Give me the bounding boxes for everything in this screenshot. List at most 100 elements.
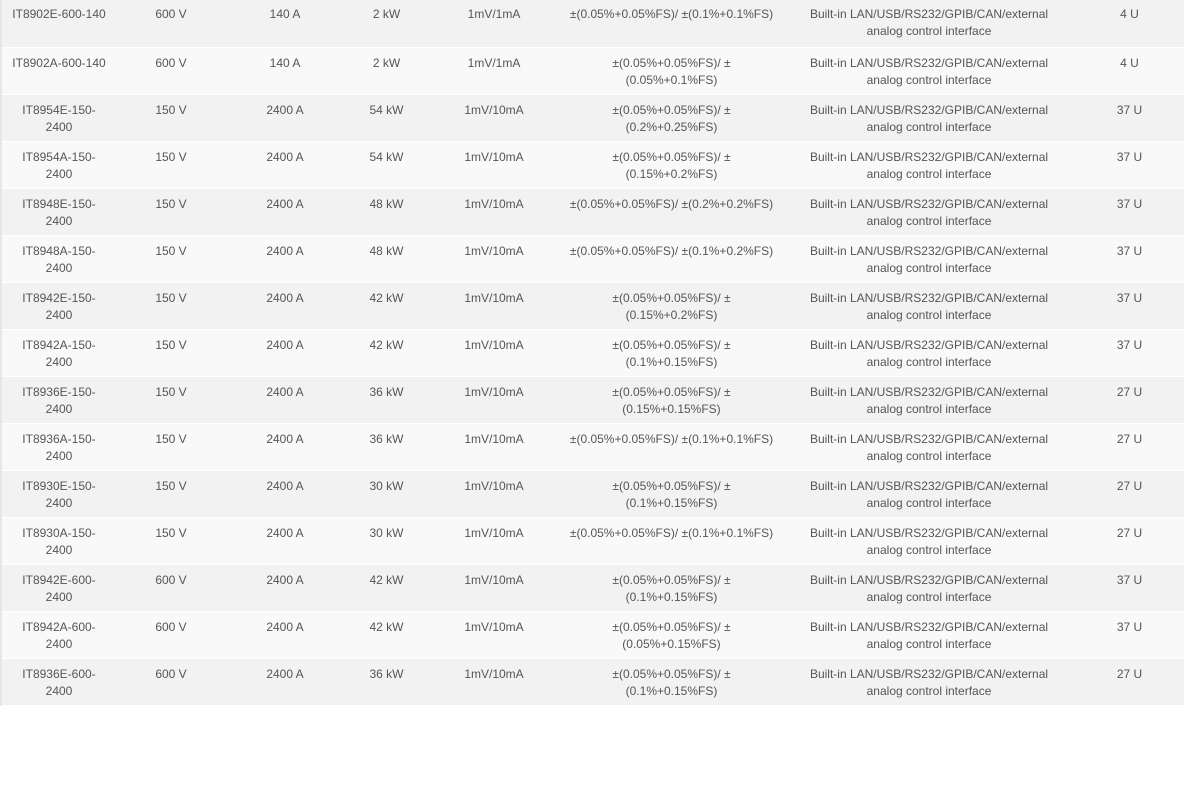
current-cell: 2400 A <box>226 188 344 236</box>
resolution-cell: 1mV/10mA <box>429 94 559 142</box>
model-cell: IT8954A-150-2400 <box>0 141 116 189</box>
interface-value: Built-in LAN/USB/RS232/GPIB/CAN/external… <box>809 619 1049 651</box>
model-cell: IT8902A-600-140 <box>0 47 116 95</box>
current-cell: 2400 A <box>226 141 344 189</box>
voltage-cell: 600 V <box>116 47 226 95</box>
power-cell: 48 kW <box>344 235 429 283</box>
size-cell: 27 U <box>1074 423 1184 471</box>
model-cell: IT8936E-150-2400 <box>0 376 116 424</box>
accuracy-cell: ±(0.05%+0.05%FS)/ ±(0.1%+0.2%FS) <box>559 235 784 283</box>
interface-cell: Built-in LAN/USB/RS232/GPIB/CAN/external… <box>784 470 1074 518</box>
size-cell: 4 U <box>1074 0 1184 48</box>
model-name: IT8948A-150-2400 <box>22 243 96 275</box>
power-cell: 2 kW <box>344 0 429 48</box>
accuracy-value: ±(0.05%+0.05%FS)/ ±(0.15%+0.2%FS) <box>612 149 731 181</box>
interface-value: Built-in LAN/USB/RS232/GPIB/CAN/external… <box>809 7 1049 38</box>
resolution-cell: 1mV/10mA <box>429 564 559 612</box>
interface-cell: Built-in LAN/USB/RS232/GPIB/CAN/external… <box>784 282 1074 330</box>
voltage-cell: 150 V <box>116 94 226 142</box>
power-cell: 36 kW <box>344 658 429 706</box>
interface-cell: Built-in LAN/USB/RS232/GPIB/CAN/external… <box>784 329 1074 377</box>
power-cell: 30 kW <box>344 517 429 565</box>
accuracy-value: ±(0.05%+0.05%FS)/ ±(0.1%+0.15%FS) <box>612 572 731 604</box>
size-cell: 37 U <box>1074 329 1184 377</box>
interface-value: Built-in LAN/USB/RS232/GPIB/CAN/external… <box>809 55 1049 87</box>
current-cell: 2400 A <box>226 470 344 518</box>
size-cell: 37 U <box>1074 188 1184 236</box>
interface-value: Built-in LAN/USB/RS232/GPIB/CAN/external… <box>809 290 1049 322</box>
accuracy-cell: ±(0.05%+0.05%FS)/ ±(0.2%+0.25%FS) <box>559 94 784 142</box>
accuracy-cell: ±(0.05%+0.05%FS)/ ±(0.05%+0.1%FS) <box>559 47 784 95</box>
accuracy-value: ±(0.05%+0.05%FS)/ ±(0.05%+0.15%FS) <box>612 619 731 651</box>
model-name: IT8942E-600-2400 <box>22 572 96 604</box>
model-cell: IT8954E-150-2400 <box>0 94 116 142</box>
voltage-cell: 600 V <box>116 0 226 48</box>
model-cell: IT8948A-150-2400 <box>0 235 116 283</box>
model-name: IT8902E-600-140 <box>12 7 106 21</box>
accuracy-value: ±(0.05%+0.05%FS)/ ±(0.2%+0.2%FS) <box>569 196 774 211</box>
size-cell: 27 U <box>1074 658 1184 706</box>
accuracy-value: ±(0.05%+0.05%FS)/ ±(0.15%+0.15%FS) <box>612 384 731 416</box>
interface-cell: Built-in LAN/USB/RS232/GPIB/CAN/external… <box>784 376 1074 424</box>
accuracy-cell: ±(0.05%+0.05%FS)/ ±(0.1%+0.15%FS) <box>559 470 784 518</box>
voltage-cell: 150 V <box>116 376 226 424</box>
accuracy-cell: ±(0.05%+0.05%FS)/ ±(0.1%+0.1%FS) <box>559 423 784 471</box>
table-row: IT8948A-150-2400 150 V 2400 A 48 kW 1mV/… <box>0 235 1184 283</box>
accuracy-value: ±(0.05%+0.05%FS)/ ±(0.1%+0.1%FS) <box>569 431 774 446</box>
size-cell: 27 U <box>1074 517 1184 565</box>
size-cell: 37 U <box>1074 611 1184 659</box>
resolution-cell: 1mV/1mA <box>429 47 559 95</box>
model-name: IT8902A-600-140 <box>12 55 106 70</box>
accuracy-value: ±(0.05%+0.05%FS)/ ±(0.1%+0.2%FS) <box>569 243 774 258</box>
model-name: IT8936E-150-2400 <box>22 384 96 416</box>
power-cell: 54 kW <box>344 94 429 142</box>
current-cell: 2400 A <box>226 658 344 706</box>
size-cell: 37 U <box>1074 235 1184 283</box>
accuracy-value: ±(0.05%+0.05%FS)/ ±(0.1%+0.15%FS) <box>612 478 731 510</box>
accuracy-cell: ±(0.05%+0.05%FS)/ ±(0.15%+0.2%FS) <box>559 282 784 330</box>
power-cell: 54 kW <box>344 141 429 189</box>
current-cell: 2400 A <box>226 282 344 330</box>
accuracy-cell: ±(0.05%+0.05%FS)/ ±(0.1%+0.15%FS) <box>559 658 784 706</box>
accuracy-value: ±(0.05%+0.05%FS)/ ±(0.2%+0.25%FS) <box>612 102 731 134</box>
table-row: IT8902A-600-140 600 V 140 A 2 kW 1mV/1mA… <box>0 47 1184 95</box>
resolution-cell: 1mV/10mA <box>429 611 559 659</box>
voltage-cell: 150 V <box>116 188 226 236</box>
size-cell: 37 U <box>1074 282 1184 330</box>
interface-value: Built-in LAN/USB/RS232/GPIB/CAN/external… <box>809 384 1049 416</box>
table-row: IT8936E-150-2400 150 V 2400 A 36 kW 1mV/… <box>0 376 1184 424</box>
model-name: IT8954A-150-2400 <box>22 149 96 181</box>
power-cell: 2 kW <box>344 47 429 95</box>
interface-cell: Built-in LAN/USB/RS232/GPIB/CAN/external… <box>784 611 1074 659</box>
power-cell: 42 kW <box>344 329 429 377</box>
accuracy-cell: ±(0.05%+0.05%FS)/ ±(0.1%+0.15%FS) <box>559 564 784 612</box>
resolution-cell: 1mV/10mA <box>429 188 559 236</box>
voltage-cell: 600 V <box>116 564 226 612</box>
model-cell: IT8936A-150-2400 <box>0 423 116 471</box>
table-row: IT8930A-150-2400 150 V 2400 A 30 kW 1mV/… <box>0 517 1184 565</box>
current-cell: 2400 A <box>226 423 344 471</box>
accuracy-value: ±(0.05%+0.05%FS)/ ±(0.1%+0.15%FS) <box>612 337 731 369</box>
current-cell: 2400 A <box>226 235 344 283</box>
current-cell: 2400 A <box>226 517 344 565</box>
model-cell: IT8942A-150-2400 <box>0 329 116 377</box>
model-cell: IT8902E-600-140 <box>0 0 116 48</box>
accuracy-cell: ±(0.05%+0.05%FS)/ ±(0.1%+0.1%FS) <box>559 0 784 48</box>
model-name: IT8930A-150-2400 <box>22 525 96 557</box>
accuracy-value: ±(0.05%+0.05%FS)/ ±(0.05%+0.1%FS) <box>612 55 731 87</box>
spec-table-body: IT8902E-600-140 600 V 140 A 2 kW 1mV/1mA… <box>0 0 1184 706</box>
power-cell: 42 kW <box>344 564 429 612</box>
resolution-cell: 1mV/10mA <box>429 517 559 565</box>
current-cell: 140 A <box>226 47 344 95</box>
resolution-cell: 1mV/10mA <box>429 376 559 424</box>
accuracy-value: ±(0.05%+0.05%FS)/ ±(0.1%+0.15%FS) <box>612 666 731 698</box>
voltage-cell: 150 V <box>116 141 226 189</box>
voltage-cell: 150 V <box>116 517 226 565</box>
resolution-cell: 1mV/10mA <box>429 329 559 377</box>
voltage-cell: 150 V <box>116 235 226 283</box>
size-cell: 27 U <box>1074 470 1184 518</box>
interface-cell: Built-in LAN/USB/RS232/GPIB/CAN/external… <box>784 235 1074 283</box>
accuracy-cell: ±(0.05%+0.05%FS)/ ±(0.1%+0.1%FS) <box>559 517 784 565</box>
interface-cell: Built-in LAN/USB/RS232/GPIB/CAN/external… <box>784 423 1074 471</box>
interface-value: Built-in LAN/USB/RS232/GPIB/CAN/external… <box>809 196 1049 228</box>
